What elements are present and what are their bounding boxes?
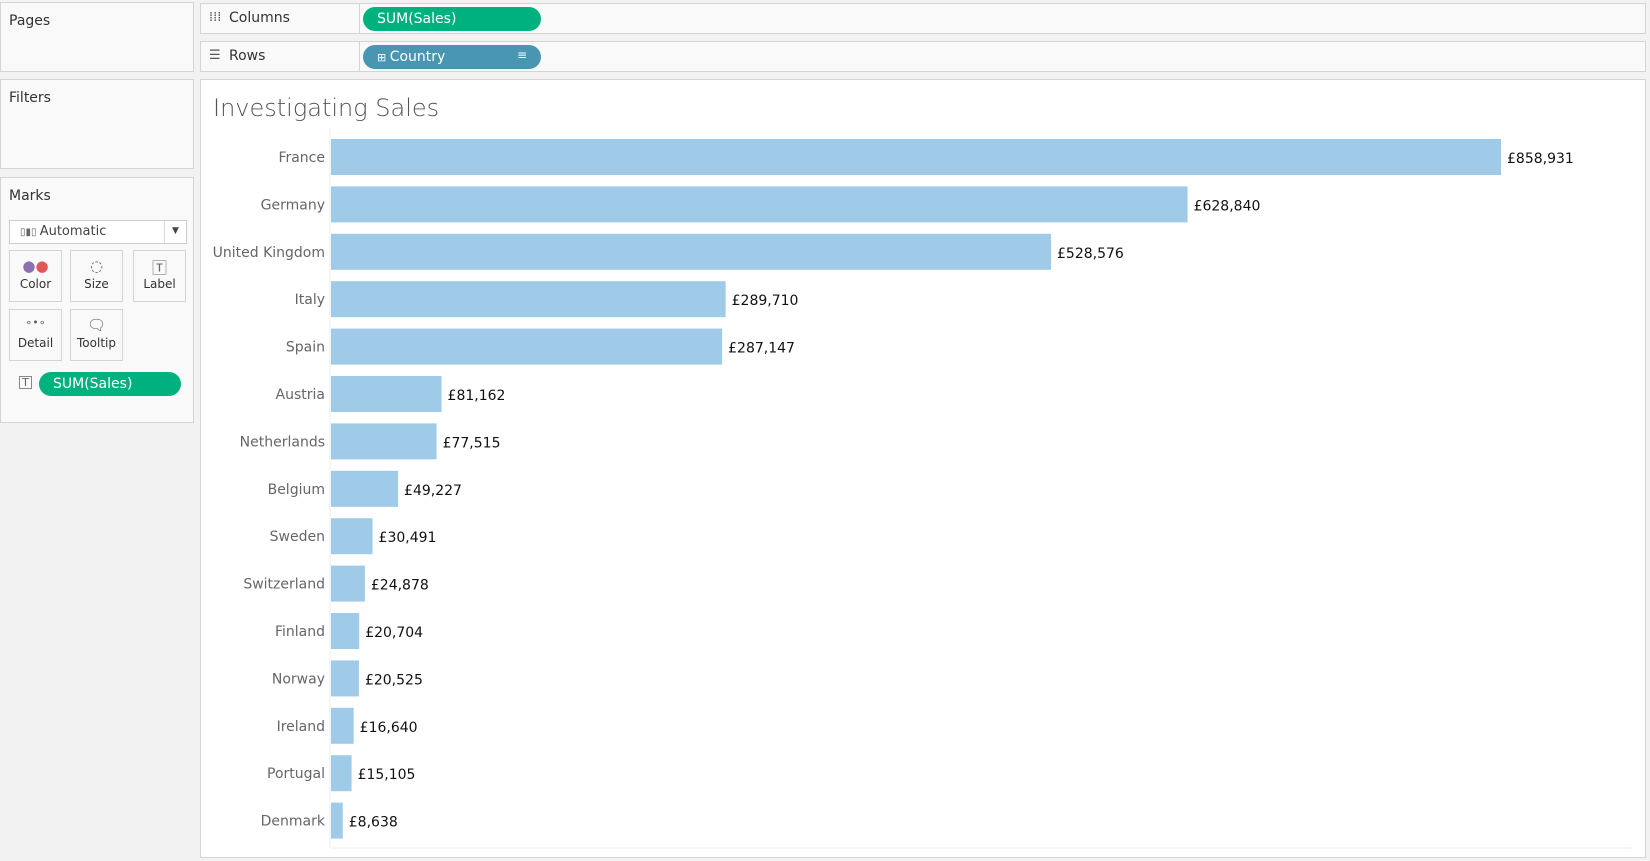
value-label: £30,491 xyxy=(379,530,437,546)
columns-icon: ⁞⁞⁞ xyxy=(209,10,222,25)
label-label: Label xyxy=(143,277,176,291)
category-label: Ireland xyxy=(277,719,325,735)
value-label: £49,227 xyxy=(404,483,462,499)
bar-portugal[interactable] xyxy=(331,755,352,792)
rows-pill-label: Country xyxy=(389,49,446,65)
pages-title: Pages xyxy=(9,13,51,29)
bar-united-kingdom[interactable] xyxy=(331,233,1052,270)
value-label: £81,162 xyxy=(448,388,506,404)
columns-shelf[interactable]: ⁞⁞⁞ Columns SUM(Sales) xyxy=(200,3,1646,34)
category-label: Portugal xyxy=(267,766,325,782)
size-button[interactable]: ◌ Size xyxy=(70,250,123,302)
mark-type-value: Automatic xyxy=(39,224,107,239)
bar-belgium[interactable] xyxy=(331,470,399,507)
chart-view: Investigating Sales France £858,931 German… xyxy=(200,79,1646,858)
category-label: Spain xyxy=(286,340,325,356)
detail-button[interactable]: ∘•∘ Detail xyxy=(9,309,62,361)
value-label: £287,147 xyxy=(728,341,795,357)
marks-title: Marks xyxy=(9,188,51,204)
bar-chart-icon: ▯▮▯ xyxy=(20,227,40,238)
size-label: Size xyxy=(84,277,109,291)
label-sum-sales-pill[interactable]: SUM(Sales) xyxy=(39,372,181,396)
category-label: Norway xyxy=(272,671,325,687)
bar-italy[interactable] xyxy=(331,281,726,318)
value-label: £8,638 xyxy=(349,815,398,831)
category-label: Belgium xyxy=(268,482,325,498)
category-label: Sweden xyxy=(270,529,325,545)
bar-spain[interactable] xyxy=(331,328,723,365)
bar-germany[interactable] xyxy=(331,186,1188,223)
category-label: Netherlands xyxy=(240,434,325,450)
sort-icon: ≡ xyxy=(516,48,527,62)
category-label: Finland xyxy=(275,624,325,640)
value-label: £858,931 xyxy=(1507,151,1574,167)
rows-country-pill[interactable]: ⊞ Country ≡ xyxy=(363,45,541,69)
rows-shelf[interactable]: ☰ Rows ⊞ Country ≡ xyxy=(200,41,1646,72)
tooltip-icon: 🗨 xyxy=(86,316,107,334)
tooltip-label: Tooltip xyxy=(77,336,116,350)
category-label: Switzerland xyxy=(243,577,325,593)
expand-icon: ⊞ xyxy=(377,51,390,64)
bar-denmark[interactable] xyxy=(331,802,343,839)
chevron-down-icon: ▼ xyxy=(164,221,186,243)
filters-title: Filters xyxy=(9,90,51,106)
value-label: £16,640 xyxy=(360,720,418,736)
value-label: £15,105 xyxy=(358,767,416,783)
rows-label: Rows xyxy=(229,48,266,64)
category-label: Denmark xyxy=(261,814,326,830)
value-label: £628,840 xyxy=(1194,198,1261,214)
value-label: £528,576 xyxy=(1057,246,1124,262)
value-label: £20,704 xyxy=(365,625,423,641)
bar-france[interactable] xyxy=(331,139,1501,175)
bar-norway[interactable] xyxy=(331,660,359,697)
color-icon: ●● xyxy=(22,257,49,275)
mark-type-dropdown[interactable]: ▯▮▯ Automatic ▼ xyxy=(9,220,187,244)
color-button[interactable]: ●● Color xyxy=(9,250,62,302)
value-label: £24,878 xyxy=(371,578,429,594)
bar-finland[interactable] xyxy=(331,613,360,649)
filters-panel[interactable]: Filters xyxy=(0,79,194,169)
value-label: £20,525 xyxy=(365,672,423,688)
color-label: Color xyxy=(19,277,52,291)
columns-label: Columns xyxy=(229,10,290,26)
columns-sum-sales-pill[interactable]: SUM(Sales) xyxy=(363,7,541,31)
bar-switzerland[interactable] xyxy=(331,565,365,602)
pages-panel[interactable]: Pages xyxy=(0,2,194,72)
text-label-icon: T xyxy=(19,376,32,389)
marks-panel: Marks ▯▮▯ Automatic ▼ ●● Color ◌ Size 🅃 Labe… xyxy=(0,177,194,423)
bar-netherlands[interactable] xyxy=(331,423,437,460)
rows-icon: ☰ xyxy=(209,48,221,63)
detail-icon: ∘•∘ xyxy=(25,316,46,329)
detail-label: Detail xyxy=(17,336,54,350)
text-label-icon: 🅃 xyxy=(151,259,167,277)
bar-ireland[interactable] xyxy=(331,707,354,744)
bar-chart: France £858,931 Germany £628,840 United King… xyxy=(213,128,1631,849)
category-label: Germany xyxy=(261,197,325,213)
size-icon: ◌ xyxy=(89,257,104,275)
value-label: £77,515 xyxy=(443,435,501,451)
bar-sweden[interactable] xyxy=(331,518,373,555)
value-label: £289,710 xyxy=(732,293,799,309)
category-label: Austria xyxy=(276,387,325,403)
label-button[interactable]: 🅃 Label xyxy=(133,250,186,302)
tooltip-button[interactable]: 🗨 Tooltip xyxy=(70,309,123,361)
category-label: Italy xyxy=(295,292,325,308)
category-label: France xyxy=(278,150,325,166)
category-label: United Kingdom xyxy=(213,245,325,261)
bar-austria[interactable] xyxy=(331,376,442,412)
